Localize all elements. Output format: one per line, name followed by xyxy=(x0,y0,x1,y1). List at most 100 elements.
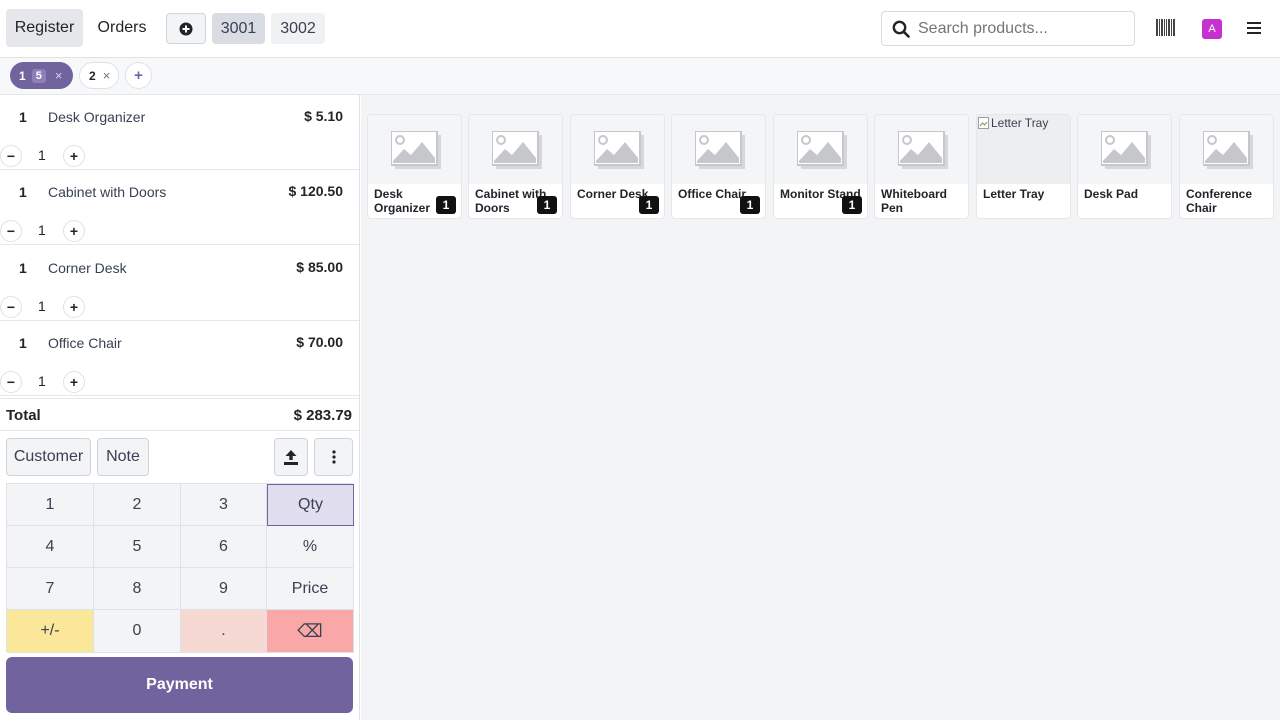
product-image xyxy=(368,115,461,184)
close-icon[interactable]: × xyxy=(103,68,111,83)
table-number: 2 xyxy=(89,68,96,83)
decrease-qty-button[interactable]: − xyxy=(0,220,22,242)
line-product-name: Cabinet with Doors xyxy=(48,184,167,200)
product-card[interactable]: Letter Tray Letter Tray xyxy=(976,114,1071,219)
image-placeholder-icon xyxy=(593,130,644,169)
more-actions-button[interactable] xyxy=(314,438,353,476)
numpad-key-1[interactable]: 1 xyxy=(7,484,94,526)
product-name: Letter Tray xyxy=(983,187,1045,201)
order-line[interactable]: 1 Office Chair $ 70.00 − 1 + xyxy=(0,321,359,396)
line-price: $ 120.50 xyxy=(288,183,344,199)
image-placeholder-icon xyxy=(1202,130,1253,169)
order-panel: 1 Desk Organizer $ 5.10 − 1 + 1 Cabinet … xyxy=(0,95,360,720)
broken-image-icon xyxy=(978,117,989,129)
numpad-discount-mode[interactable]: % xyxy=(267,526,354,568)
product-image-broken: Letter Tray xyxy=(977,115,1070,184)
numpad-key-7[interactable]: 7 xyxy=(7,568,94,610)
total-label: Total xyxy=(6,407,41,424)
numpad-key-3[interactable]: 3 xyxy=(181,484,267,526)
order-lines: 1 Desk Organizer $ 5.10 − 1 + 1 Cabinet … xyxy=(0,95,359,398)
hamburger-menu-icon[interactable] xyxy=(1247,22,1261,34)
numpad-plus-minus[interactable]: +/- xyxy=(7,610,94,653)
orders-button[interactable]: Orders xyxy=(89,9,155,47)
line-product-name: Desk Organizer xyxy=(48,109,146,125)
plus-circle-icon xyxy=(179,22,193,35)
product-card[interactable]: Conference Chair xyxy=(1179,114,1274,219)
increase-qty-button[interactable]: + xyxy=(63,296,85,318)
image-placeholder-icon xyxy=(390,130,441,169)
payment-button[interactable]: Payment xyxy=(6,657,353,713)
order-tab-3001[interactable]: 3001 xyxy=(212,13,265,44)
order-line[interactable]: 1 Corner Desk $ 85.00 − 1 + xyxy=(0,246,359,321)
product-image xyxy=(875,115,968,184)
avatar[interactable]: A xyxy=(1202,19,1222,39)
add-floor-order-button[interactable]: + xyxy=(125,62,152,89)
product-count-badge: 1 xyxy=(436,196,456,214)
numpad-key-2[interactable]: 2 xyxy=(94,484,181,526)
close-icon[interactable]: × xyxy=(55,68,63,83)
product-name: Desk Pad xyxy=(1084,187,1139,201)
product-card[interactable]: Monitor Stand 1 xyxy=(773,114,868,219)
product-card[interactable]: Whiteboard Pen xyxy=(874,114,969,219)
numpad-key-6[interactable]: 6 xyxy=(181,526,267,568)
image-alt-text: Letter Tray xyxy=(991,116,1049,130)
product-name: Conference Chair xyxy=(1186,187,1253,215)
product-card[interactable]: Desk Pad xyxy=(1077,114,1172,219)
product-image xyxy=(469,115,562,184)
stepper-qty: 1 xyxy=(38,373,46,389)
order-total-row: Total $ 283.79 xyxy=(0,398,359,431)
image-placeholder-icon xyxy=(491,130,542,169)
search-icon xyxy=(892,20,910,38)
product-count-badge: 1 xyxy=(639,196,659,214)
decrease-qty-button[interactable]: − xyxy=(0,296,22,318)
product-card[interactable]: Office Chair 1 xyxy=(671,114,766,219)
product-card[interactable]: Corner Desk 1 xyxy=(570,114,665,219)
increase-qty-button[interactable]: + xyxy=(63,145,85,167)
product-image xyxy=(774,115,867,184)
order-tab-3002[interactable]: 3002 xyxy=(271,13,325,44)
numpad-key-0[interactable]: 0 xyxy=(94,610,181,653)
line-price: $ 5.10 xyxy=(304,108,343,124)
numpad-key-8[interactable]: 8 xyxy=(94,568,181,610)
add-order-button[interactable] xyxy=(166,13,206,44)
barcode-icon[interactable] xyxy=(1156,19,1175,36)
product-image xyxy=(571,115,664,184)
numpad-qty-mode[interactable]: Qty xyxy=(267,484,354,526)
customer-button[interactable]: Customer xyxy=(6,438,91,476)
image-placeholder-icon xyxy=(694,130,745,169)
product-name: Whiteboard Pen xyxy=(881,187,947,215)
line-product-name: Corner Desk xyxy=(48,260,127,276)
increase-qty-button[interactable]: + xyxy=(63,220,85,242)
register-button[interactable]: Register xyxy=(6,9,83,47)
numpad-key-4[interactable]: 4 xyxy=(7,526,94,568)
numpad: 1 2 3 Qty 4 5 6 % 7 8 9 Price +/- 0 . ⌫ xyxy=(6,483,354,653)
order-line[interactable]: 1 Cabinet with Doors $ 120.50 − 1 + xyxy=(0,170,359,245)
total-value: $ 283.79 xyxy=(293,407,352,424)
numpad-price-mode[interactable]: Price xyxy=(267,568,354,610)
numpad-backspace[interactable]: ⌫ xyxy=(267,610,354,653)
floor-order-pill[interactable]: 2 × xyxy=(79,62,119,89)
send-order-button[interactable] xyxy=(274,438,308,476)
floor-orders-bar: 1 5 × 2 × + xyxy=(0,58,1280,95)
line-qty: 1 xyxy=(19,260,27,276)
stepper-qty: 1 xyxy=(38,298,46,314)
product-card[interactable]: Cabinet with Doors 1 xyxy=(468,114,563,219)
decrease-qty-button[interactable]: − xyxy=(0,145,22,167)
product-count-badge: 1 xyxy=(842,196,862,214)
numpad-key-9[interactable]: 9 xyxy=(181,568,267,610)
increase-qty-button[interactable]: + xyxy=(63,371,85,393)
numpad-key-5[interactable]: 5 xyxy=(94,526,181,568)
numpad-decimal[interactable]: . xyxy=(181,610,267,653)
top-navbar: Register Orders 3001 3002 A xyxy=(0,0,1280,58)
line-product-name: Office Chair xyxy=(48,335,122,351)
image-placeholder-icon xyxy=(796,130,847,169)
guest-count-badge: 5 xyxy=(31,68,46,83)
product-count-badge: 1 xyxy=(740,196,760,214)
search-input[interactable] xyxy=(918,19,1118,38)
product-card[interactable]: Desk Organizer 1 xyxy=(367,114,462,219)
decrease-qty-button[interactable]: − xyxy=(0,371,22,393)
stepper-qty: 1 xyxy=(38,147,46,163)
order-line[interactable]: 1 Desk Organizer $ 5.10 − 1 + xyxy=(0,95,359,170)
note-button[interactable]: Note xyxy=(97,438,149,476)
floor-order-pill-active[interactable]: 1 5 × xyxy=(10,62,73,89)
